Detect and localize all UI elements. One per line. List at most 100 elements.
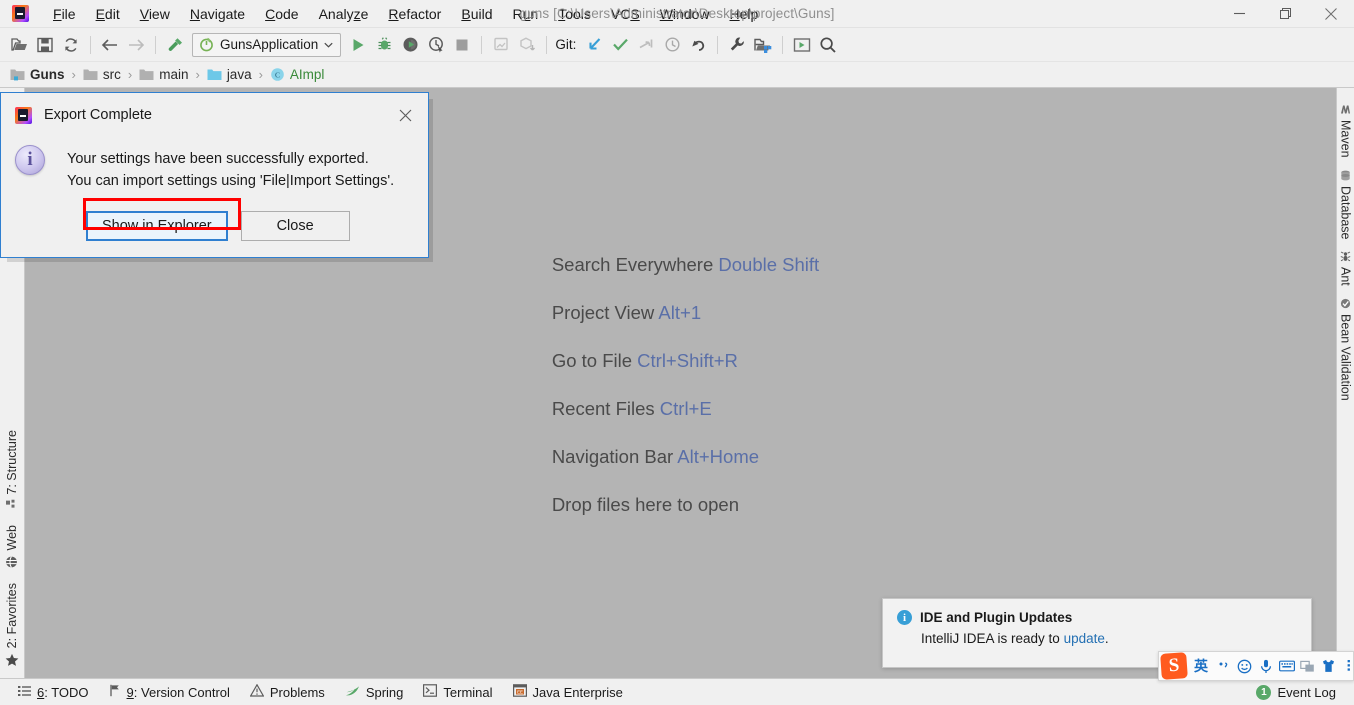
- hint-action: Drop files here to open: [551, 494, 739, 515]
- editor-scrollbar[interactable]: [1324, 88, 1336, 678]
- breadcrumb-item-guns[interactable]: Guns: [10, 67, 65, 82]
- status-bar: 6: TODO 9: Version Control Problems Spri…: [0, 678, 1354, 705]
- breadcrumb-item-label: src: [102, 67, 121, 82]
- minimize-button[interactable]: [1216, 0, 1262, 28]
- status-item-text: : TODO: [44, 684, 89, 700]
- run-console-icon[interactable]: [789, 32, 815, 58]
- wrench-settings-icon[interactable]: [724, 32, 750, 58]
- more-menu-icon[interactable]: [1339, 653, 1354, 679]
- status-item-todo[interactable]: 6: TODO: [8, 682, 99, 703]
- breadcrumb-item-aimpl[interactable]: C AImpl: [270, 67, 324, 82]
- debug-icon[interactable]: [371, 32, 397, 58]
- intellij-idea-window: File Edit View Navigate Code Analyze Refactor B…: [0, 0, 1354, 705]
- sidebar-item-favorites[interactable]: 2: Favorites: [0, 576, 24, 674]
- run-configuration-selector[interactable]: GunsApplication: [192, 32, 342, 57]
- version-control-icon: [109, 684, 121, 700]
- ant-icon: [1339, 251, 1353, 262]
- back-arrow-icon[interactable]: [97, 32, 123, 58]
- sidebar-item-maven[interactable]: Maven: [1337, 98, 1354, 164]
- menu-item-run[interactable]: Run: [503, 2, 549, 26]
- run-with-coverage-icon[interactable]: [397, 32, 423, 58]
- sogou-logo-icon[interactable]: S: [1160, 652, 1188, 680]
- sidebar-item-web[interactable]: Web: [0, 518, 24, 575]
- git-history-icon[interactable]: [659, 32, 685, 58]
- run-configuration-label: GunsApplication: [220, 37, 319, 52]
- status-item-spring[interactable]: Spring: [335, 682, 414, 703]
- sogou-ime-toolbar[interactable]: S 英: [1158, 651, 1354, 681]
- git-rollback-icon[interactable]: [685, 32, 711, 58]
- toolbar-separator: [546, 35, 548, 54]
- run-icon[interactable]: [345, 32, 371, 58]
- editor-hint-row: Go to File Ctrl+Shift+R: [552, 337, 819, 385]
- status-item-java-enterprise[interactable]: EE Java Enterprise: [503, 681, 633, 703]
- build-hammer-icon[interactable]: [162, 32, 188, 58]
- search-icon[interactable]: [815, 32, 841, 58]
- sidebar-item-database[interactable]: Database: [1337, 164, 1354, 246]
- menu-item-tools[interactable]: Tools: [548, 2, 601, 26]
- sync-icon[interactable]: [58, 32, 84, 58]
- svg-text:C: C: [275, 70, 280, 79]
- profiler-icon[interactable]: [423, 32, 449, 58]
- menu-item-analyze[interactable]: Analyze: [309, 2, 379, 26]
- dialog-close-button[interactable]: [392, 102, 418, 128]
- menu-item-view[interactable]: View: [130, 2, 180, 26]
- project-structure-icon[interactable]: [750, 32, 776, 58]
- event-log-button[interactable]: 1 Event Log: [1246, 682, 1346, 703]
- hint-action: Recent Files: [551, 398, 660, 419]
- web-globe-icon: [6, 556, 19, 569]
- status-item-version-control[interactable]: 9: Version Control: [99, 681, 240, 703]
- breadcrumb-item-label: Guns: [30, 67, 65, 82]
- input-mode-toggle[interactable]: 英: [1189, 653, 1213, 679]
- menu-item-window[interactable]: Window: [650, 2, 720, 26]
- dialog-content: i Your settings have been successfully e…: [1, 137, 428, 192]
- sidebar-item-ant[interactable]: Ant: [1337, 245, 1354, 292]
- sidebar-item-label: 7: Structure: [5, 429, 19, 495]
- menu-item-file[interactable]: File: [43, 2, 86, 26]
- event-log-badge: 1: [1256, 684, 1272, 700]
- emoji-icon[interactable]: [1234, 653, 1255, 679]
- terminal-icon: [423, 684, 438, 700]
- open-folder-icon[interactable]: [6, 32, 32, 58]
- git-commit-icon[interactable]: [607, 32, 633, 58]
- hint-shortcut: Ctrl+E: [659, 398, 712, 419]
- status-item-problems[interactable]: Problems: [240, 681, 335, 703]
- punctuation-toggle-icon[interactable]: [1213, 653, 1234, 679]
- menu-item-code[interactable]: Code: [255, 2, 308, 26]
- save-icon[interactable]: [32, 32, 58, 58]
- forward-arrow-icon: [123, 32, 149, 58]
- git-update-project-icon[interactable]: [581, 32, 607, 58]
- close-button[interactable]: [1308, 0, 1354, 28]
- menu-item-navigate[interactable]: Navigate: [180, 2, 255, 26]
- sidebar-item-label: Ant: [1338, 267, 1353, 286]
- screenshot-icon[interactable]: [1297, 653, 1318, 679]
- voice-input-icon[interactable]: [1255, 653, 1276, 679]
- todo-list-icon: [18, 685, 31, 700]
- breadcrumb-item-src[interactable]: src: [83, 67, 121, 82]
- dialog-message-line-1: Your settings have been successfully exp…: [67, 151, 369, 167]
- editor-hint-row: Search Everywhere Double Shift: [552, 241, 819, 289]
- folder-icon: [83, 68, 98, 81]
- sidebar-item-bean-validation[interactable]: Bean Validation: [1337, 292, 1354, 407]
- notification-body: IntelliJ IDEA is ready to update.: [921, 631, 1297, 646]
- notification-title: IDE and Plugin Updates: [920, 610, 1073, 625]
- breadcrumb-item-main[interactable]: main: [139, 67, 188, 82]
- warning-triangle-icon: [249, 683, 265, 700]
- skin-icon[interactable]: [1318, 653, 1339, 679]
- menu-item-build[interactable]: Build: [451, 2, 502, 26]
- intellij-idea-icon: [15, 106, 32, 124]
- menu-item-edit[interactable]: Edit: [86, 2, 130, 26]
- java-class-icon: C: [270, 67, 285, 82]
- update-link[interactable]: update: [1064, 631, 1105, 646]
- maximize-button[interactable]: [1262, 0, 1308, 28]
- toolbar-separator: [717, 35, 719, 54]
- close-button[interactable]: Close: [240, 211, 350, 241]
- hint-shortcut: Double Shift: [718, 254, 820, 275]
- menu-item-help[interactable]: Help: [720, 2, 769, 26]
- status-item-terminal[interactable]: Terminal: [413, 681, 502, 703]
- show-in-explorer-button[interactable]: Show in Explorer: [86, 211, 228, 241]
- menu-item-refactor[interactable]: Refactor: [378, 2, 451, 26]
- menu-item-vcs[interactable]: VCS: [601, 2, 650, 26]
- sidebar-item-structure[interactable]: 7: Structure: [0, 423, 24, 519]
- soft-keyboard-icon[interactable]: [1276, 653, 1297, 679]
- breadcrumb-item-java[interactable]: java: [207, 67, 252, 82]
